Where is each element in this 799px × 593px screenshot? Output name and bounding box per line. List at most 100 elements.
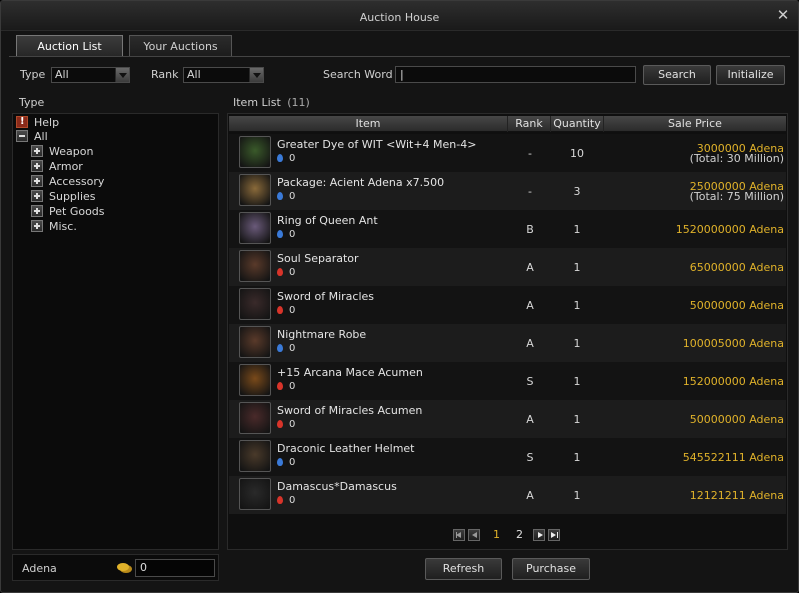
item-list-panel: Item Rank Quantity Sale Price Greater Dy… [227,113,788,550]
item-rank: A [526,413,534,426]
page-number-current[interactable]: 1 [493,528,500,541]
tree-item-pet-goods[interactable]: Pet Goods [31,205,105,219]
enchant-value: 0 [289,229,296,240]
tree-item-label: All [34,130,48,143]
item-quantity: 10 [570,147,584,160]
expand-icon[interactable] [31,205,43,217]
enchant-value: 0 [289,381,296,392]
enchant-value: 0 [289,495,296,506]
tree-item-label: Armor [49,160,83,173]
tree-item-label: Misc. [49,220,77,233]
item-quantity: 1 [573,375,581,388]
item-list-title: Item List [233,96,281,109]
window-title: Auction House [359,11,440,24]
item-quantity: 1 [573,337,581,350]
refresh-button[interactable]: Refresh [425,558,502,580]
tab-auction-list[interactable]: Auction List [16,35,123,57]
search-input[interactable]: | [395,66,636,83]
column-header-quantity[interactable]: Quantity [551,116,604,132]
item-name: Sword of Miracles Acumen [277,404,423,417]
table-row[interactable]: Nightmare Robe 0 A 1 100005000 Adena [229,324,786,362]
item-quantity: 3 [573,185,581,198]
item-quantity: 1 [573,299,581,312]
sale-price: 50000000 Adena [689,413,784,426]
table-row[interactable]: Greater Dye of WIT <Wit+4 Men-4> 0-10 3000… [229,134,786,172]
table-row[interactable]: Sword of Miracles 0 A 1 50000000 Adena [229,286,786,324]
page-number[interactable]: 2 [516,528,523,541]
chevron-down-icon[interactable] [249,68,263,82]
table-row[interactable]: Package: Acient Adena x7.500 0-3 25000000 … [229,172,786,210]
item-icon [239,326,271,358]
collapse-icon[interactable] [16,130,28,142]
chevron-down-icon[interactable] [115,68,129,82]
tree-item-all[interactable]: All [16,130,48,144]
item-rank: B [526,223,534,236]
tab-divider [9,56,790,57]
sale-price: 12121211 Adena [689,489,784,502]
expand-icon[interactable] [31,220,43,232]
initialize-button[interactable]: Initialize [716,65,785,85]
expand-icon[interactable] [31,145,43,157]
table-row[interactable]: Soul Separator 0 A 1 65000000 Adena [229,248,786,286]
tree-item-help[interactable]: Help [16,116,59,130]
item-icon [239,212,271,244]
prev-page-icon[interactable] [468,529,480,541]
item-name: Greater Dye of WIT <Wit+4 Men-4> [277,138,477,151]
type-select[interactable]: All [51,67,130,83]
table-row[interactable]: Draconic Leather Helmet 0 S 1 545522111 Aden… [229,438,786,476]
tree-item-accessory[interactable]: Accessory [31,175,104,189]
sale-price: 1520000000 Adena [675,223,784,236]
table-row[interactable]: Ring of Queen Ant 0 B 1 1520000000 Adena [229,210,786,248]
column-header-item[interactable]: Item [229,116,508,132]
enchant-value: 0 [289,153,296,164]
item-rank: - [528,185,532,198]
item-icon [239,402,271,434]
item-rank: S [526,375,534,388]
item-name: Ring of Queen Ant [277,214,378,227]
adena-input[interactable]: 0 [135,559,215,577]
item-attribute: 0 [277,153,295,164]
item-attribute: 0 [277,191,295,202]
sale-price: 100005000 Adena [682,337,784,350]
title-bar[interactable]: Auction House ✕ [1,1,798,31]
sale-price: 65000000 Adena [689,261,784,274]
table-row[interactable]: +15 Arcana Mace Acumen 0 S 1 152000000 Adena [229,362,786,400]
item-icon [239,174,271,206]
search-word-label: Search Word [323,68,393,81]
enchant-value: 0 [289,191,296,202]
purchase-button[interactable]: Purchase [512,558,590,580]
fire-icon [277,496,283,504]
help-icon[interactable] [16,116,28,128]
auction-house-window: Auction House ✕ Auction List Your Auctio… [0,0,799,593]
tab-your-auctions[interactable]: Your Auctions [129,35,232,57]
item-attribute: 0 [277,343,295,354]
table-row[interactable]: Damascus*Damascus 0 A 1 12121211 Adena [229,476,786,514]
expand-icon[interactable] [31,160,43,172]
tree-item-armor[interactable]: Armor [31,160,83,174]
tree-item-label: Pet Goods [49,205,105,218]
first-page-icon[interactable] [453,529,465,541]
expand-icon[interactable] [31,190,43,202]
adena-label: Adena [22,562,57,575]
item-icon [239,364,271,396]
tree-item-weapon[interactable]: Weapon [31,145,93,159]
last-page-icon[interactable] [548,529,560,541]
tree-item-misc[interactable]: Misc. [31,220,77,234]
tree-item-supplies[interactable]: Supplies [31,190,96,204]
expand-icon[interactable] [31,175,43,187]
search-button[interactable]: Search [643,65,711,85]
close-icon[interactable]: ✕ [776,8,790,23]
item-rank: S [526,451,534,464]
column-header-rank[interactable]: Rank [508,116,551,132]
tree-item-label: Supplies [49,190,96,203]
item-name: Nightmare Robe [277,328,367,341]
water-drop-icon [277,344,283,352]
next-page-icon[interactable] [533,529,545,541]
fire-icon [277,306,283,314]
table-row[interactable]: Sword of Miracles Acumen 0 A 1 50000000 Aden… [229,400,786,438]
item-quantity: 1 [573,413,581,426]
column-header-sale-price[interactable]: Sale Price [604,116,786,132]
fire-icon [277,268,283,276]
tree-item-label: Accessory [49,175,105,188]
rank-select[interactable]: All [183,67,264,83]
